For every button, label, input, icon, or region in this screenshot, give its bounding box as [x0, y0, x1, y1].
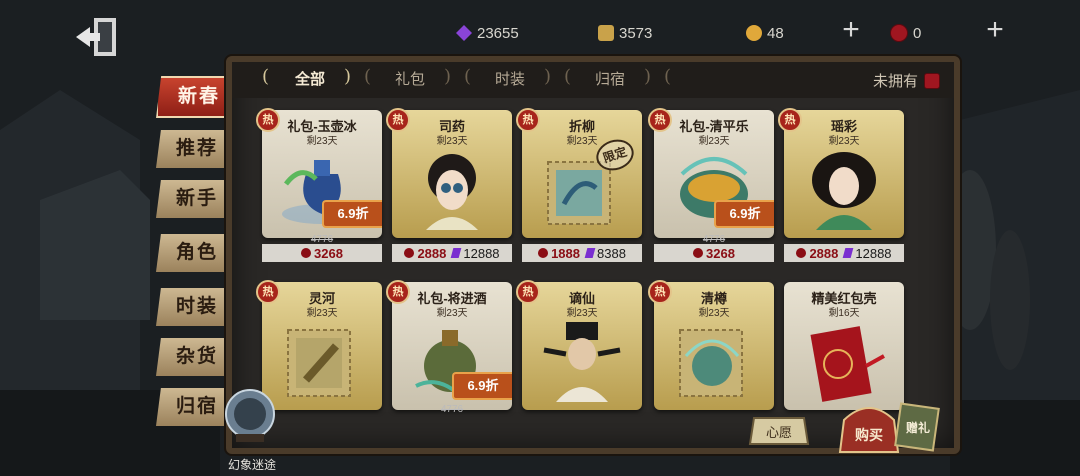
wishlist-button[interactable]: 心愿: [748, 414, 810, 448]
tab-home[interactable]: 归宿: [582, 68, 638, 92]
price-row: 1888 8388: [522, 244, 642, 262]
purple-currency-value: 23655: [477, 24, 519, 42]
hot-badge: 热: [648, 108, 672, 132]
item-card-physician[interactable]: 司药 剩23天: [392, 110, 512, 238]
tab-costume[interactable]: 时装: [482, 68, 538, 92]
discount-badge: 6.9折: [452, 372, 512, 400]
puzzle-currency-value: 3573: [619, 24, 653, 42]
puzzle-piece-icon: [598, 25, 614, 41]
price-purple: 8388: [597, 245, 626, 261]
item-card-yaocai[interactable]: 瑶彩 剩23天: [784, 110, 904, 238]
purple-crystal-icon: [456, 25, 472, 41]
crystal-globe-icon[interactable]: [220, 386, 280, 446]
price-purple: 12888: [463, 245, 500, 261]
tab-bracket: ): [644, 66, 652, 87]
tab-bracket-right: ): [344, 66, 352, 87]
item-card-jiangjinjiu[interactable]: 礼包-将进酒 剩23天 6.9折: [392, 282, 512, 410]
tab-bracket: ): [444, 66, 452, 87]
discount-badge: 6.9折: [714, 200, 774, 228]
tab-bracket: ): [544, 66, 552, 87]
price-red: 3268: [314, 245, 343, 261]
hot-badge: 热: [778, 108, 802, 132]
hot-badge: 热: [256, 280, 280, 304]
buy-button[interactable]: 购买: [836, 400, 902, 458]
item-card-linghe[interactable]: 灵河 剩23天: [262, 282, 382, 410]
not-owned-checkbox[interactable]: [924, 72, 940, 89]
gold-currency-value: 48: [767, 24, 784, 42]
price-red: 2888: [417, 245, 447, 261]
item-card-qingzun[interactable]: 清樽 剩23天: [654, 282, 774, 410]
buy-label: 购买: [855, 427, 883, 443]
hot-badge: 热: [386, 280, 410, 304]
price-red: 3268: [706, 245, 735, 261]
discount-badge: 6.9折: [322, 200, 382, 228]
hot-badge: 热: [516, 108, 540, 132]
item-card-jade-pot[interactable]: 礼包-玉壶冰 剩23天 6.9折: [262, 110, 382, 238]
original-price: 4776: [440, 404, 464, 415]
purple-crystal-icon: [584, 248, 596, 258]
gold-currency: 48: [746, 22, 784, 44]
tab-bracket-left: (: [262, 66, 270, 87]
red-currency: 0: [890, 22, 921, 44]
purple-crystal-icon: [843, 248, 854, 258]
hot-badge: 热: [648, 280, 672, 304]
tab-bracket: (: [364, 66, 372, 87]
price-red: 2888: [809, 245, 839, 261]
red-gem-icon: [890, 24, 908, 42]
puzzle-currency: 3573: [598, 22, 652, 44]
red-gem-icon: [693, 248, 704, 258]
red-gem-icon: [796, 248, 807, 258]
tab-bracket: (: [564, 66, 572, 87]
hot-badge: 热: [256, 108, 280, 132]
character-portrait-icon: [426, 154, 478, 230]
wishlist-label: 心愿: [766, 425, 792, 440]
gift-button[interactable]: 赠礼: [894, 400, 940, 452]
gift-label: 赠礼: [906, 420, 930, 435]
price-purple: 12888: [855, 245, 892, 261]
add-red-currency-button[interactable]: +: [982, 15, 1008, 45]
character-portrait-icon: [543, 322, 621, 402]
price-row: 2888 12888: [784, 244, 904, 262]
price-row: 3268: [262, 244, 382, 262]
red-gem-icon: [404, 248, 415, 258]
red-envelope-icon: [810, 326, 885, 402]
red-gem-icon: [538, 248, 549, 258]
dream-label: 幻象迷途: [227, 458, 276, 472]
character-portrait-icon: [812, 152, 876, 230]
tab-bracket: (: [664, 66, 672, 87]
tab-all[interactable]: 全部: [282, 68, 338, 92]
not-owned-label: 未拥有: [872, 73, 918, 90]
item-card-willow[interactable]: 折柳 剩23天 限定: [522, 110, 642, 238]
stamp-icon: [287, 329, 351, 397]
add-gold-button[interactable]: +: [838, 15, 864, 45]
not-owned-filter[interactable]: 未拥有: [873, 70, 940, 91]
tab-gift-pack[interactable]: 礼包: [382, 68, 438, 92]
item-card-qingpingle[interactable]: 礼包-清平乐 剩23天 6.9折: [654, 110, 774, 238]
gold-coin-icon: [746, 25, 762, 41]
item-card-zhexian[interactable]: 谪仙 剩23天: [522, 282, 642, 410]
tab-bracket: (: [464, 66, 472, 87]
hot-badge: 热: [516, 280, 540, 304]
price-row: 3268: [654, 244, 774, 262]
price-row: 2888 12888: [392, 244, 512, 262]
exit-door-icon[interactable]: [72, 14, 122, 60]
item-card-red-envelope[interactable]: 精美红包壳 剩16天: [784, 282, 904, 410]
red-currency-value: 0: [913, 24, 922, 42]
hot-badge: 热: [386, 108, 410, 132]
red-gem-icon: [301, 248, 312, 258]
purple-crystal-icon: [451, 248, 462, 258]
stamp-icon: [679, 329, 743, 397]
category-tab-bar: ( 全部 ) ( 礼包 ) ( 时装 ) ( 归宿 ) ( 未拥有: [232, 62, 954, 98]
purple-currency: 23655: [456, 22, 519, 44]
price-red: 1888: [551, 245, 580, 261]
